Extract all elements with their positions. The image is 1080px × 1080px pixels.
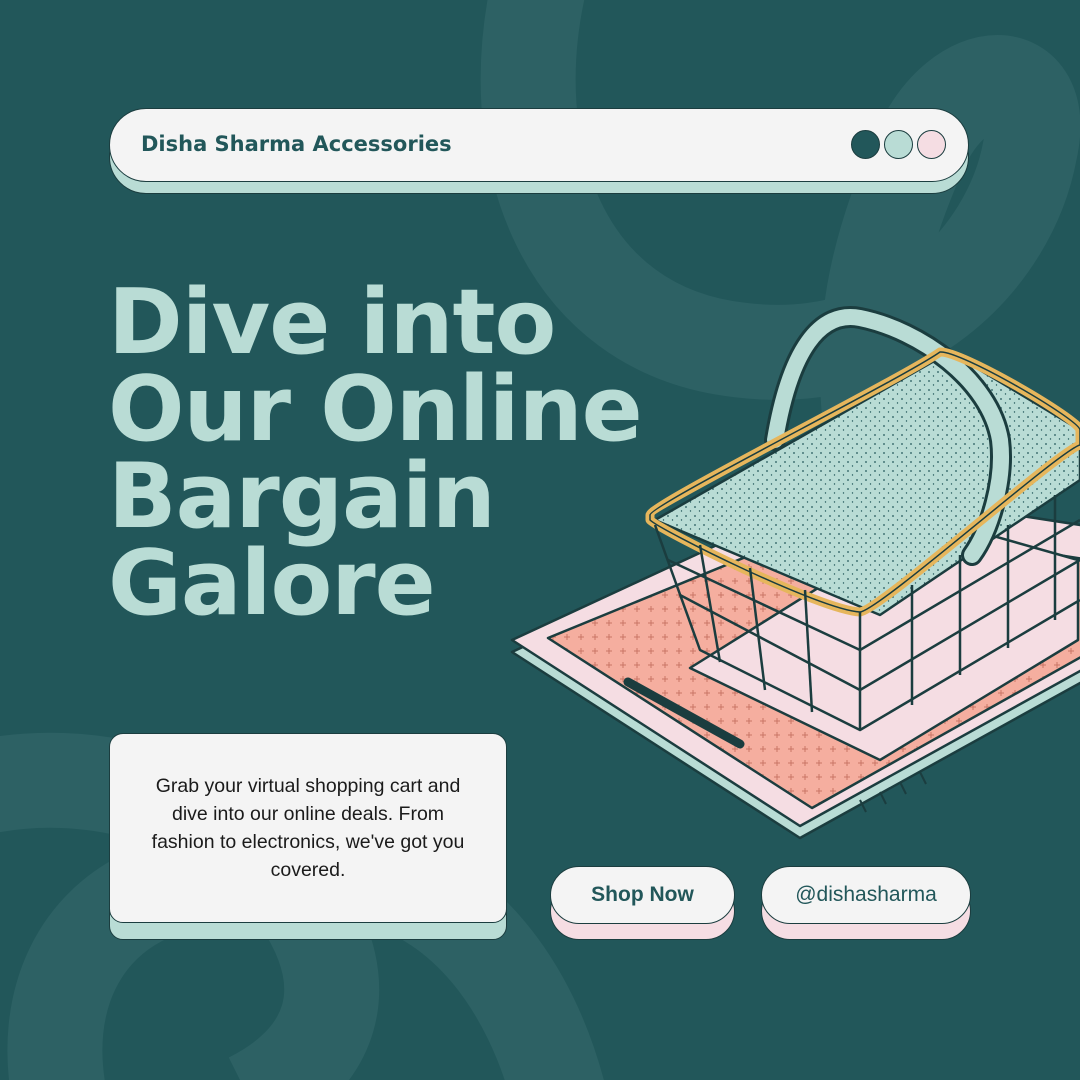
brand-name: Disha Sharma Accessories [141,132,452,156]
description-text: Grab your virtual shopping cart and dive… [151,775,465,881]
shop-now-button[interactable]: Shop Now [550,866,735,924]
window-dot-3 [917,130,946,159]
window-dot-2 [884,130,913,159]
shopping-basket-icon [510,306,1080,840]
window-dot-1 [851,130,880,159]
social-handle-button[interactable]: @dishasharma [761,866,971,924]
header-bar: Disha Sharma Accessories [109,108,969,182]
description-card: Grab your virtual shopping cart and dive… [109,733,507,923]
window-dots [851,130,946,159]
